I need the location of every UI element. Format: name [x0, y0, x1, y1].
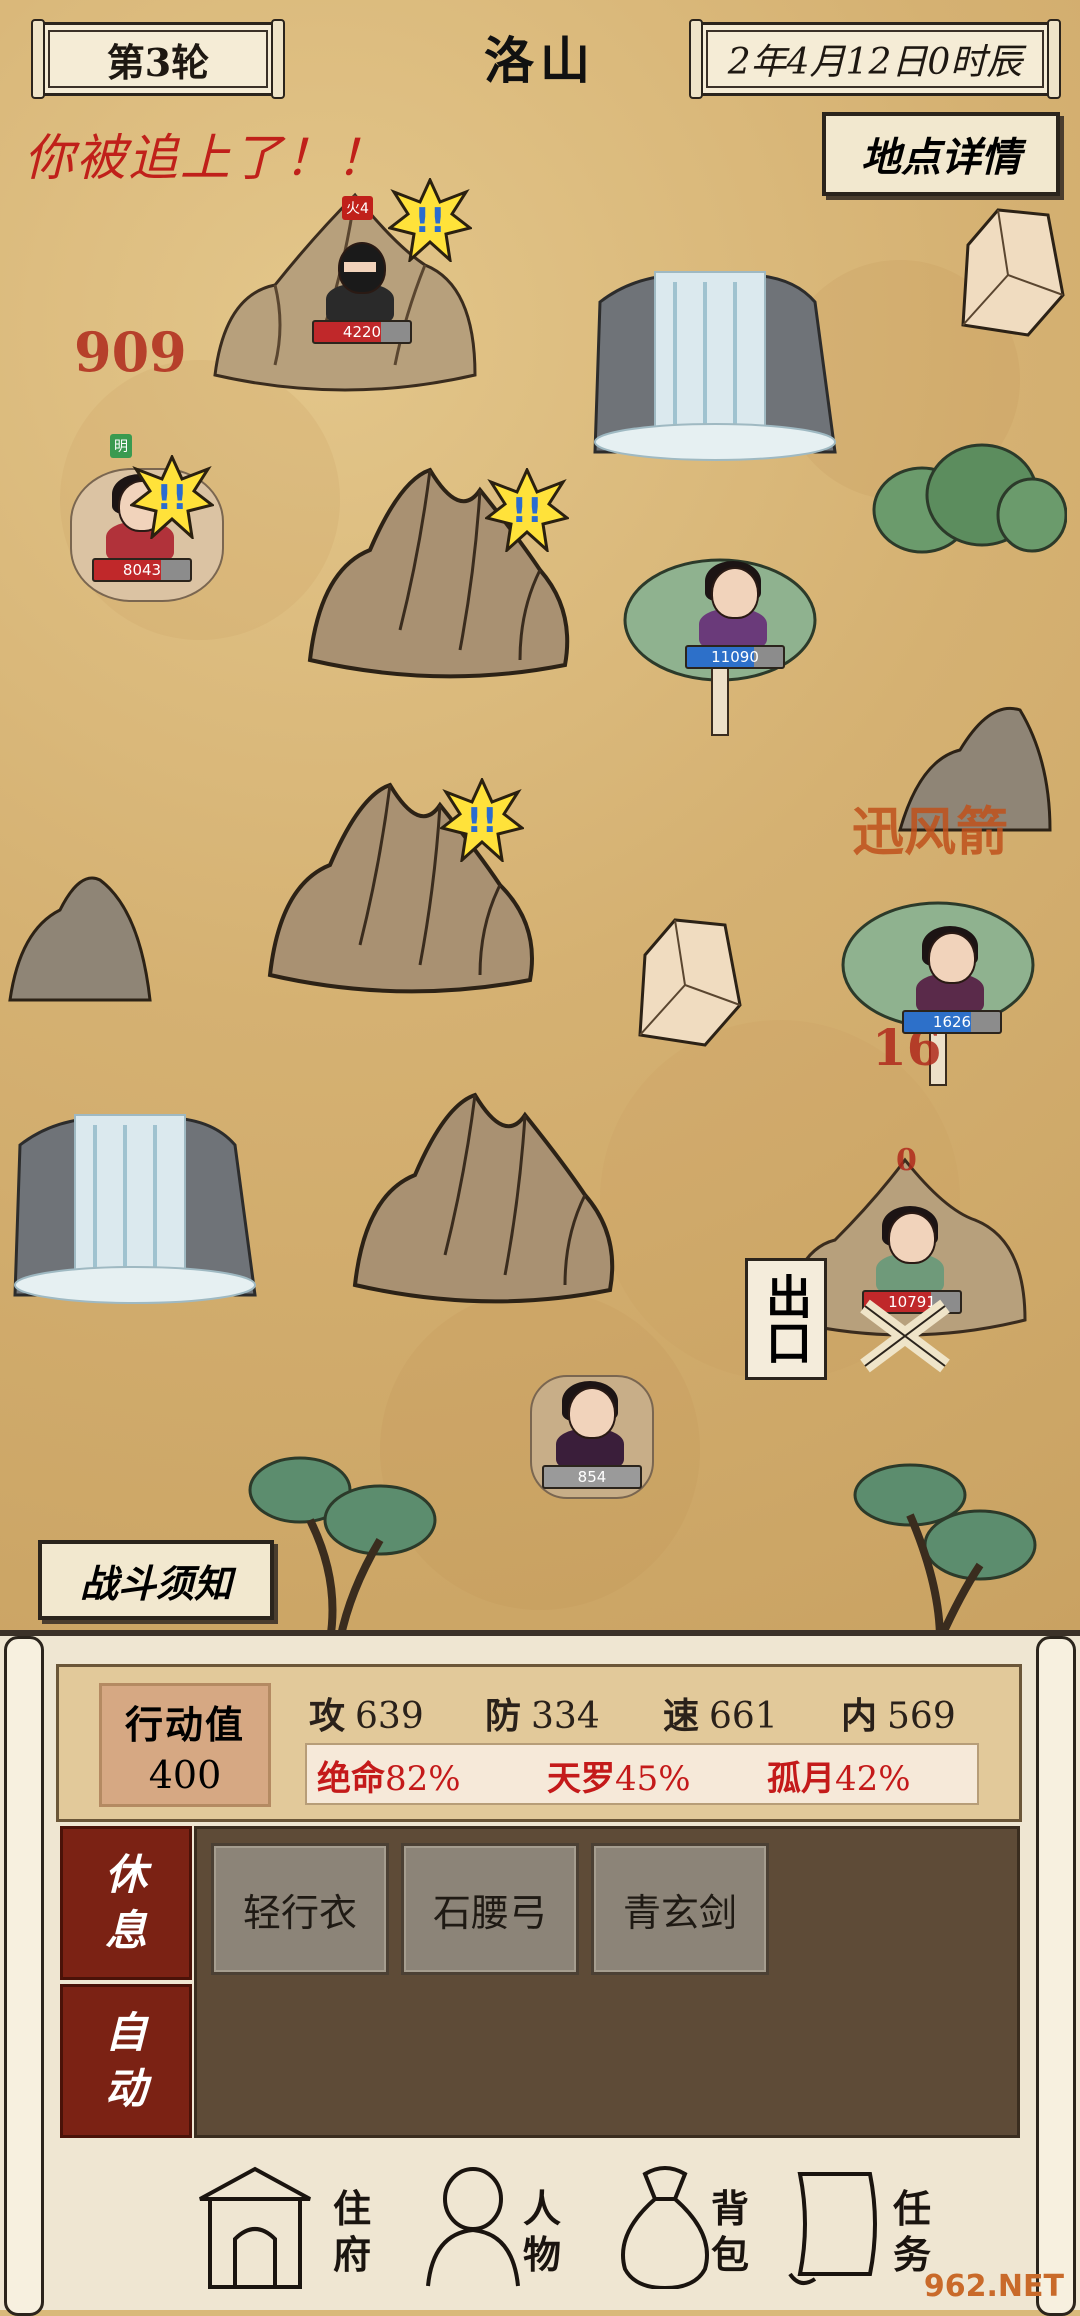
battle-notice-button[interactable]: 战斗须知: [38, 1540, 274, 1620]
bottom-panel: 行动值 400 攻 639 防 334 速 661 内 569 绝命82% 天罗45% …: [0, 1630, 1080, 2316]
watermark: 962.NET: [923, 2269, 1064, 2304]
skill-rate: 天罗45%: [547, 1759, 691, 1799]
action-points-value: 400: [148, 1753, 222, 1797]
player-character[interactable]: 854: [530, 1375, 654, 1499]
bush-icon: [872, 443, 1067, 554]
inventory-grid: 轻行衣 石腰弓 青玄剑: [194, 1826, 1020, 2138]
damage-number: 909: [74, 320, 187, 384]
attack-stat: 攻 639: [309, 1695, 424, 1737]
hp-bar: 854: [542, 1465, 642, 1489]
hp-bar: 4220: [312, 320, 412, 344]
status-tag: 火4: [342, 196, 373, 220]
alert-burst-icon: !!: [440, 778, 524, 862]
skill-rate: 孤月42%: [767, 1759, 911, 1799]
svg-text:!!: !!: [414, 201, 445, 241]
alert-burst-icon: !!: [130, 455, 214, 539]
svg-text:!!: !!: [156, 478, 187, 518]
damage-number: 0: [896, 1143, 917, 1178]
scroll-roll-right: [1036, 1636, 1076, 2316]
scroll-roll-left: [4, 1636, 44, 2316]
alert-burst-icon: !!: [485, 468, 569, 552]
boulder-icon: [638, 918, 742, 1047]
npc-character[interactable]: 11090: [685, 561, 785, 669]
bag-icon: [621, 2166, 709, 2289]
hp-bar: 8043: [92, 558, 192, 582]
action-points-label: 行动值: [124, 1702, 245, 1747]
action-points-box: 行动值 400: [99, 1683, 271, 1807]
rest-button[interactable]: 休息: [60, 1826, 192, 1980]
mountain-icon: [352, 1092, 615, 1304]
inner-power-stat: 内 569: [841, 1695, 956, 1737]
auto-button[interactable]: 自动: [60, 1984, 192, 2138]
caught-alert-text: 你被追上了！！: [24, 129, 388, 187]
skill-rate: 绝命82%: [317, 1759, 461, 1799]
character-icon: [426, 2167, 520, 2287]
npc-character[interactable]: 1626: [902, 926, 1002, 1034]
inventory-item[interactable]: 石腰弓: [401, 1843, 579, 1975]
gate-icon: [199, 2166, 311, 2289]
location-title: 洛山: [484, 31, 596, 90]
hp-bar: 11090: [685, 645, 785, 669]
exit-label: 出口: [759, 1273, 813, 1365]
crossed-scrolls-icon: [860, 1299, 950, 1373]
hp-bar: 1626: [902, 1010, 1002, 1034]
skills-bar: 绝命82% 天罗45% 孤月42%: [305, 1743, 979, 1805]
exit-sign[interactable]: 出口: [745, 1258, 827, 1380]
defense-stat: 防 334: [485, 1695, 600, 1737]
tree-icon: [853, 1463, 1037, 1640]
svg-text:!!: !!: [466, 801, 497, 841]
boulder-icon: [961, 208, 1065, 337]
svg-text:!!: !!: [511, 491, 542, 531]
location-detail-button[interactable]: 地点详情: [822, 112, 1060, 196]
nav-character[interactable]: 人物: [418, 2154, 618, 2294]
date-label: 2年4月12日0时辰: [689, 19, 1061, 99]
rock-icon: [8, 876, 152, 1002]
alert-burst-icon: !!: [388, 178, 472, 262]
round-label: 第3轮: [31, 19, 285, 99]
npc-character[interactable]: 10791: [862, 1206, 962, 1314]
waterfall-icon: [13, 1114, 257, 1304]
speed-stat: 速 661: [663, 1695, 778, 1737]
scroll-icon: [788, 2172, 877, 2285]
game-map: 909 迅风箭 16 0 火4 4220 明 8043 11090 1626 1…: [0, 0, 1080, 1640]
inventory-item[interactable]: 轻行衣: [211, 1843, 389, 1975]
status-tag: 明: [110, 434, 132, 458]
skill-name-popup: 迅风箭: [852, 802, 1009, 863]
inventory-item[interactable]: 青玄剑: [591, 1843, 769, 1975]
waterfall-icon: [593, 271, 837, 461]
nav-residence[interactable]: 住府: [190, 2154, 390, 2294]
stats-box: 行动值 400 攻 639 防 334 速 661 内 569 绝命82% 天罗45% …: [56, 1664, 1022, 1822]
